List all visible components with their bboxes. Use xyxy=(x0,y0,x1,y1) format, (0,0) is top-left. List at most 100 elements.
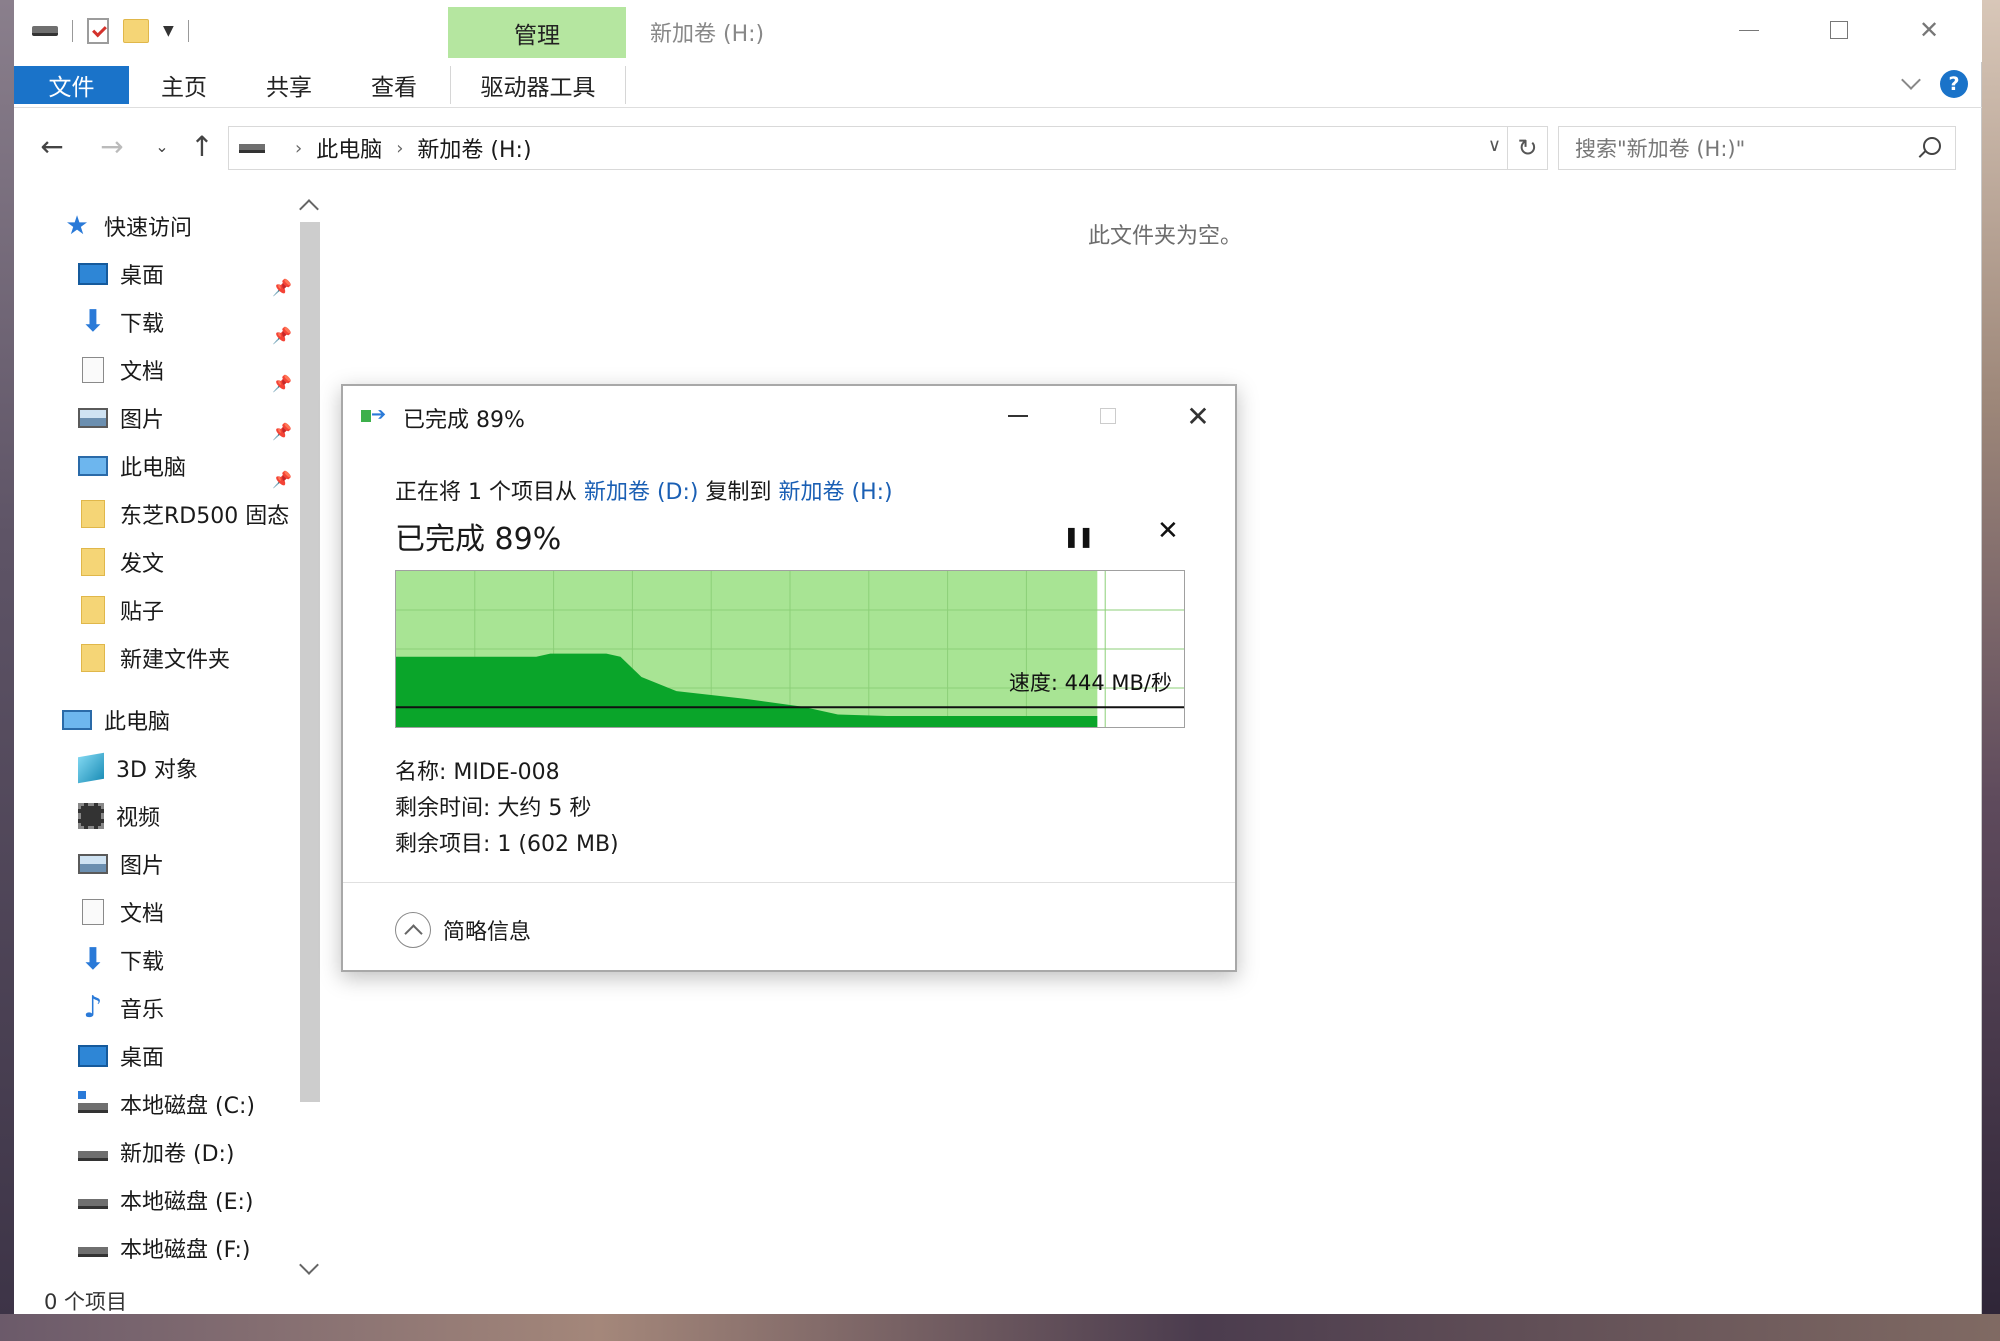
chevron-right-icon[interactable]: › xyxy=(396,138,403,159)
scroll-down-icon[interactable] xyxy=(299,1255,319,1275)
window-title: 新加卷 (H:) xyxy=(650,22,765,47)
nav-label: 本地磁盘 (C:) xyxy=(120,1094,255,1119)
up-button[interactable]: ↑ xyxy=(184,128,220,164)
dialog-close-button[interactable]: ✕ xyxy=(1153,396,1243,436)
address-dropdown-icon[interactable]: ∨ xyxy=(1488,135,1501,156)
breadcrumb-this-pc[interactable]: 此电脑 xyxy=(316,132,382,164)
tab-share[interactable]: 共享 xyxy=(249,66,329,104)
nav-item-pictures-pc[interactable]: 图片 xyxy=(78,844,164,884)
system-drive-icon xyxy=(78,1091,108,1113)
chevron-up-icon xyxy=(395,912,431,948)
tab-file[interactable]: 文件 xyxy=(14,66,129,104)
address-field[interactable]: › 此电脑 › 新加卷 (H:) ∨ ↻ xyxy=(228,126,1548,170)
tab-drive-tools[interactable]: 驱动器工具 xyxy=(450,66,626,104)
maximize-button[interactable] xyxy=(1794,8,1884,52)
source-link[interactable]: 新加卷 (D:) xyxy=(584,480,699,505)
folder-icon xyxy=(81,644,105,672)
pin-icon[interactable]: 📌 xyxy=(272,422,292,441)
customize-toolbar-icon[interactable]: ▼ xyxy=(163,23,174,39)
tab-home[interactable]: 主页 xyxy=(144,66,224,104)
pause-button[interactable]: ❚❚ xyxy=(1063,524,1094,548)
nav-item-fawen-folder[interactable]: 发文 xyxy=(78,542,164,582)
close-button[interactable]: ✕ xyxy=(1884,8,1974,52)
nav-this-pc[interactable]: 此电脑 xyxy=(62,700,170,740)
refresh-icon[interactable]: ↻ xyxy=(1507,127,1547,169)
film-icon xyxy=(78,803,104,829)
nav-item-pictures[interactable]: 图片 xyxy=(78,398,164,438)
chevron-right-icon[interactable]: › xyxy=(295,138,302,159)
nav-item-drive-f[interactable]: 本地磁盘 (F:) xyxy=(78,1228,251,1268)
nav-item-drive-d[interactable]: 新加卷 (D:) xyxy=(78,1132,235,1172)
pin-icon[interactable]: 📌 xyxy=(272,326,292,345)
ribbon-right-controls: ? xyxy=(1901,70,1968,98)
nav-label: 文档 xyxy=(120,902,165,927)
nav-item-documents-pc[interactable]: 文档 xyxy=(78,892,164,932)
drive-icon xyxy=(239,143,265,153)
toolbar-separator xyxy=(187,20,189,42)
download-icon: ⬇ xyxy=(80,942,106,977)
nav-label: 东芝RD500 固态 xyxy=(120,504,290,529)
manage-tab[interactable]: 管理 xyxy=(448,7,626,58)
search-input[interactable]: 搜索"新加卷 (H:)" xyxy=(1558,126,1956,170)
minimize-button[interactable] xyxy=(1704,8,1794,52)
nav-item-desktop-pc[interactable]: 桌面 xyxy=(78,1036,164,1076)
search-icon[interactable] xyxy=(1923,137,1941,155)
nav-item-videos[interactable]: 视频 xyxy=(78,796,160,836)
nav-item-drive-e[interactable]: 本地磁盘 (E:) xyxy=(78,1180,253,1220)
close-icon: ✕ xyxy=(1186,399,1210,433)
nav-item-toshiba-folder[interactable]: 东芝RD500 固态 xyxy=(78,494,289,534)
expand-ribbon-icon[interactable] xyxy=(1901,70,1921,90)
nav-label: 文档 xyxy=(120,360,165,385)
address-bar-row: ← → ⌄ ↑ › 此电脑 › 新加卷 (H:) ∨ ↻ 搜索"新加卷 (H:)… xyxy=(14,118,1982,176)
dialog-title: 已完成 89% xyxy=(403,408,525,433)
pin-icon[interactable]: 📌 xyxy=(272,374,292,393)
new-folder-icon[interactable] xyxy=(123,19,149,43)
dialog-maximize-button xyxy=(1063,396,1153,436)
nav-label: 3D 对象 xyxy=(116,758,198,783)
maximize-icon xyxy=(1830,21,1848,39)
properties-icon[interactable] xyxy=(87,18,109,44)
tab-view[interactable]: 查看 xyxy=(354,66,434,104)
help-icon[interactable]: ? xyxy=(1940,70,1968,98)
title-bar: ▼ 管理 新加卷 (H:) ✕ xyxy=(14,0,1982,62)
pin-icon[interactable]: 📌 xyxy=(272,278,292,297)
drive-icon xyxy=(78,1199,108,1209)
empty-folder-message: 此文件夹为空。 xyxy=(1088,224,1243,249)
nav-item-this-pc-pinned[interactable]: 此电脑 xyxy=(78,446,186,486)
dialog-minimize-button[interactable] xyxy=(973,396,1063,436)
nav-item-downloads-pc[interactable]: ⬇ 下载 xyxy=(78,940,164,980)
nav-item-documents[interactable]: 文档 xyxy=(78,350,164,390)
nav-item-music[interactable]: ♪ 音乐 xyxy=(78,988,164,1028)
music-icon: ♪ xyxy=(83,990,103,1025)
nav-item-drive-c[interactable]: 本地磁盘 (C:) xyxy=(78,1084,255,1124)
nav-item-downloads[interactable]: ⬇ 下载 xyxy=(78,302,164,342)
quick-access-toolbar: ▼ xyxy=(32,14,189,48)
recent-locations-icon[interactable]: ⌄ xyxy=(144,128,180,164)
percent-complete: 已完成 89% xyxy=(395,522,562,557)
status-item-count: 0 个项目 xyxy=(44,1290,128,1314)
nav-label: 此电脑 xyxy=(120,456,187,481)
nav-item-3d-objects[interactable]: 3D 对象 xyxy=(78,748,198,788)
nav-label: 下载 xyxy=(120,950,165,975)
scroll-up-icon[interactable] xyxy=(299,199,319,219)
transfer-speed-graph: 速度: 444 MB/秒 xyxy=(395,570,1185,728)
breadcrumb-drive-h[interactable]: 新加卷 (H:) xyxy=(417,132,531,164)
drive-icon xyxy=(32,26,58,36)
nav-quick-access[interactable]: ★ 快速访问 xyxy=(62,206,192,246)
nav-item-new-folder[interactable]: 新建文件夹 xyxy=(78,638,230,678)
nav-scrollbar[interactable] xyxy=(296,186,324,1286)
dialog-title-bar: 已完成 89% xyxy=(361,402,525,434)
less-details-button[interactable]: 简略信息 xyxy=(395,912,531,948)
forward-button[interactable]: → xyxy=(94,128,130,164)
desktop-background-bottom xyxy=(0,1314,2000,1341)
nav-label: 本地磁盘 (E:) xyxy=(120,1190,254,1215)
scroll-thumb[interactable] xyxy=(300,222,320,1102)
cancel-copy-button[interactable]: ✕ xyxy=(1157,516,1179,546)
close-icon: ✕ xyxy=(1918,16,1940,44)
destination-link[interactable]: 新加卷 (H:) xyxy=(779,480,893,505)
pin-icon[interactable]: 📌 xyxy=(272,470,292,489)
nav-item-tiezi-folder[interactable]: 贴子 xyxy=(78,590,164,630)
nav-label: 此电脑 xyxy=(104,710,171,735)
back-button[interactable]: ← xyxy=(34,128,70,164)
nav-item-desktop[interactable]: 桌面 xyxy=(78,254,164,294)
